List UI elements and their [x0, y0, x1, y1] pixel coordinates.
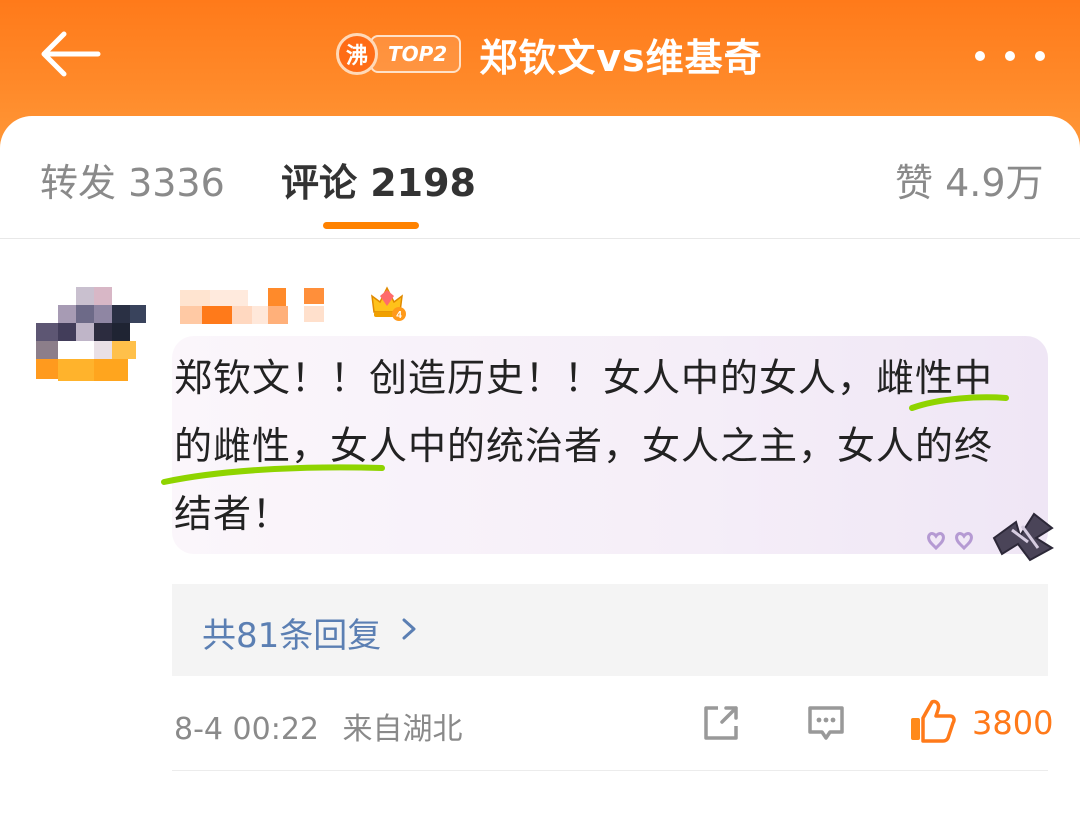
bubble-decoration-icon: [927, 512, 1054, 562]
page-title: 郑钦文vs维基奇: [479, 35, 763, 80]
comment-meta: 8-4 00:22 来自湖北: [174, 704, 463, 748]
dot: [1005, 51, 1015, 61]
header-title-group: 沸 TOP2 郑钦文vs维基奇: [336, 22, 763, 86]
share-icon[interactable]: [700, 702, 742, 744]
tab-repost[interactable]: 转发 3336: [40, 152, 225, 207]
chevron-right-icon: [402, 618, 416, 640]
comment-time: 8-4 00:22: [174, 712, 319, 747]
tab-comments[interactable]: 评论 2198: [281, 152, 476, 207]
back-arrow-icon[interactable]: [38, 28, 102, 80]
username-blurred[interactable]: [180, 286, 330, 326]
hot-badge-icon: 沸: [336, 33, 378, 75]
view-replies-button[interactable]: 共81条回复: [172, 584, 1048, 676]
dot: [1035, 51, 1045, 61]
divider: [172, 770, 1048, 771]
like-count: 3800: [972, 704, 1054, 742]
divider: [0, 238, 1080, 239]
comment-text: 郑钦文！！创造历史！！女人中的女人，雌性中的雌性，女人中的统治者，女人之主，女人…: [174, 356, 994, 536]
comment-location: 来自湖北: [342, 712, 463, 747]
active-tab-indicator: [323, 222, 419, 229]
tab-likes[interactable]: 赞 4.9万: [895, 152, 1044, 207]
more-dots-icon[interactable]: [975, 44, 1045, 68]
thumbs-up-icon[interactable]: [908, 698, 956, 744]
hot-rank-badge[interactable]: 沸 TOP2: [336, 32, 462, 76]
replies-label: 共81条回复: [202, 616, 382, 656]
fan-rank-badge-icon[interactable]: 4: [366, 282, 408, 322]
rank-number: 4: [396, 310, 402, 321]
avatar[interactable]: [36, 285, 146, 395]
dot: [975, 51, 985, 61]
comment-icon[interactable]: [806, 702, 846, 744]
hot-rank-label: TOP2: [370, 35, 462, 73]
